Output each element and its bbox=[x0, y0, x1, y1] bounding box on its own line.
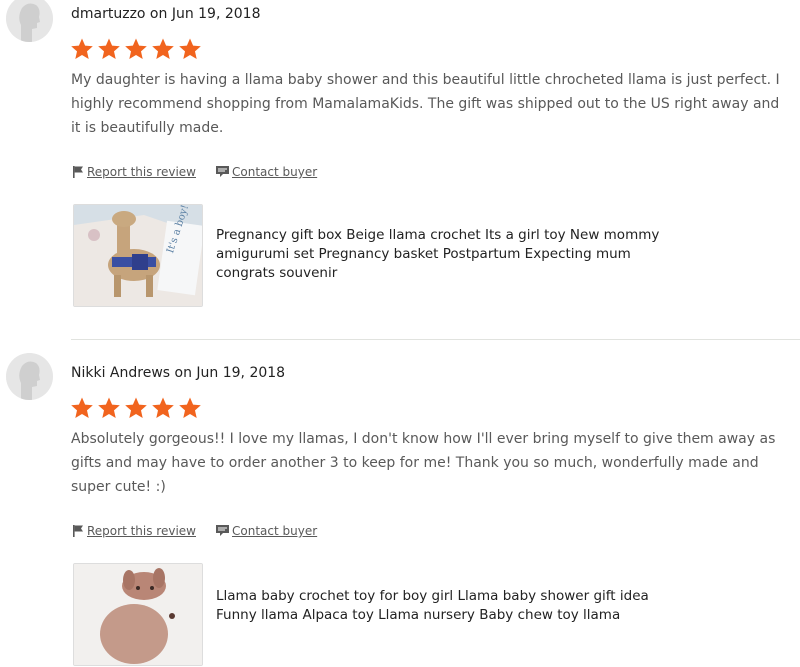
star-icon bbox=[125, 38, 147, 59]
star-icon bbox=[179, 38, 201, 59]
star-icon bbox=[125, 397, 147, 418]
contact-buyer-label: Contact buyer bbox=[232, 165, 318, 179]
report-review-link[interactable]: Report this review bbox=[73, 524, 196, 538]
flag-icon bbox=[73, 525, 83, 537]
contact-buyer-link[interactable]: Contact buyer bbox=[216, 165, 317, 179]
chat-bubble-icon bbox=[216, 166, 229, 177]
review-divider bbox=[71, 339, 800, 340]
contact-buyer-label: Contact buyer bbox=[232, 524, 318, 538]
chat-bubble-icon bbox=[216, 525, 229, 536]
star-icon bbox=[71, 38, 93, 59]
reviewed-product[interactable]: Llama baby crochet toy for boy girl Llam… bbox=[73, 563, 753, 667]
review-text: Absolutely gorgeous!! I love my llamas, … bbox=[71, 431, 776, 495]
star-icon bbox=[98, 38, 120, 59]
star-icon bbox=[71, 397, 93, 418]
review-actions: Report this review Contact buyer bbox=[73, 524, 317, 538]
avatar-icon[interactable] bbox=[6, 353, 53, 400]
flag-icon bbox=[73, 166, 83, 178]
report-review-label: Report this review bbox=[87, 165, 196, 179]
product-thumbnail[interactable]: It's a boy! bbox=[73, 204, 203, 307]
review-text: My daughter is having a llama baby showe… bbox=[71, 72, 780, 136]
star-icon bbox=[152, 397, 174, 418]
star-icon bbox=[98, 397, 120, 418]
star-rating bbox=[70, 396, 202, 420]
review-byline: Nikki Andrews on Jun 19, 2018 bbox=[71, 365, 286, 381]
avatar-icon[interactable] bbox=[6, 0, 53, 42]
review-actions: Report this review Contact buyer bbox=[73, 165, 317, 179]
product-title[interactable]: Pregnancy gift box Beige llama crochet I… bbox=[216, 226, 666, 283]
report-review-label: Report this review bbox=[87, 524, 196, 538]
star-icon bbox=[152, 38, 174, 59]
star-icon bbox=[179, 397, 201, 418]
star-rating bbox=[70, 37, 202, 61]
reviewed-product[interactable]: It's a boy! Pregnancy gift box Beige lla… bbox=[73, 204, 753, 308]
report-review-link[interactable]: Report this review bbox=[73, 165, 196, 179]
review-byline: dmartuzzo on Jun 19, 2018 bbox=[71, 6, 261, 22]
contact-buyer-link[interactable]: Contact buyer bbox=[216, 524, 317, 538]
product-title[interactable]: Llama baby crochet toy for boy girl Llam… bbox=[216, 587, 666, 625]
